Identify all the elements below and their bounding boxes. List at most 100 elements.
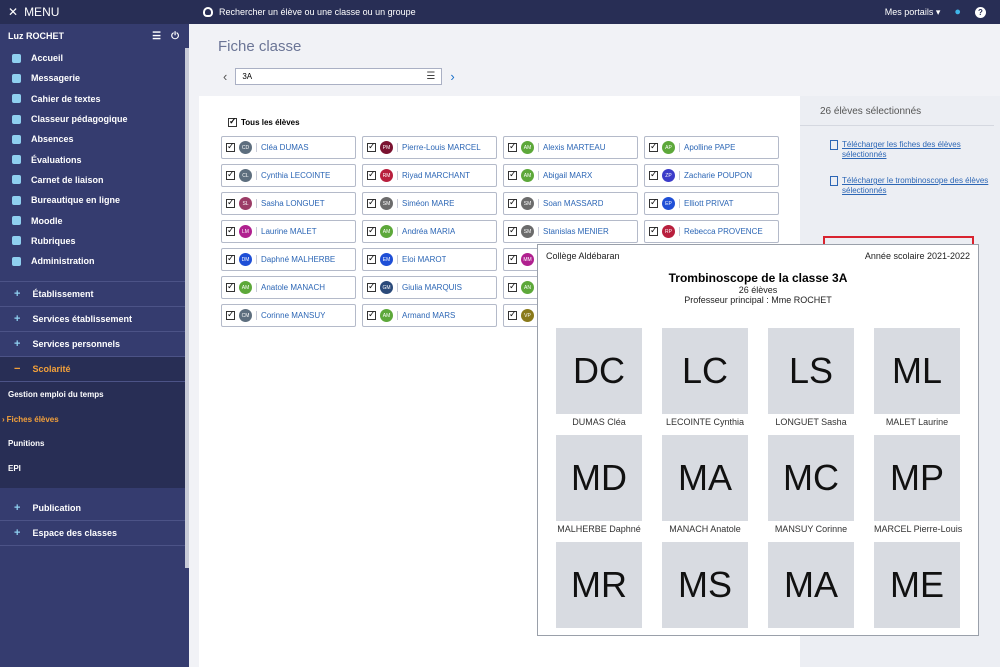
chevron-right-icon[interactable]: › bbox=[450, 69, 454, 84]
download-trombinoscope-link[interactable]: Télécharger le trombinoscope des élèves … bbox=[800, 176, 1000, 196]
student-card[interactable]: AM Abigail MARX bbox=[503, 164, 638, 187]
student-card[interactable]: CL Cynthia LECOINTE bbox=[221, 164, 356, 187]
student-name-link[interactable]: Elliott PRIVAT bbox=[679, 199, 734, 208]
student-card[interactable]: SM Soan MASSARD bbox=[503, 192, 638, 215]
checkbox[interactable] bbox=[226, 141, 235, 152]
checkbox[interactable] bbox=[226, 169, 235, 180]
student-card[interactable]: EP Elliott PRIVAT bbox=[644, 192, 779, 215]
student-name-link[interactable]: Soan MASSARD bbox=[538, 199, 603, 208]
student-name-link[interactable]: Alexis MARTEAU bbox=[538, 143, 606, 152]
student-card[interactable]: EM Eloi MAROT bbox=[362, 248, 497, 271]
checkbox[interactable] bbox=[367, 197, 376, 208]
settings-sliders-icon[interactable]: ☰ bbox=[152, 31, 161, 42]
checkbox[interactable] bbox=[367, 169, 376, 180]
student-card[interactable]: PM Pierre-Louis MARCEL bbox=[362, 136, 497, 159]
portals-dropdown[interactable]: Mes portails ▾ bbox=[885, 7, 941, 18]
sidebar-item[interactable]: Évaluations bbox=[0, 149, 189, 169]
checkbox[interactable] bbox=[226, 253, 235, 264]
student-name-link[interactable]: Abigail MARX bbox=[538, 171, 592, 180]
student-name-link[interactable]: Eloi MAROT bbox=[397, 255, 446, 264]
sidebar-section[interactable]: + Établissement bbox=[0, 282, 189, 308]
student-card[interactable]: AP Apolline PAPE bbox=[644, 136, 779, 159]
checkbox[interactable] bbox=[508, 225, 517, 236]
student-card[interactable]: ZP Zacharie POUPON bbox=[644, 164, 779, 187]
checkbox[interactable] bbox=[649, 169, 658, 180]
sidebar-subitem[interactable]: › Fiches élèves bbox=[0, 407, 189, 432]
student-name-link[interactable]: Pierre-Louis MARCEL bbox=[397, 143, 481, 152]
lightbulb-icon[interactable]: ● bbox=[954, 6, 961, 18]
student-name-link[interactable]: Giulia MARQUIS bbox=[397, 283, 462, 292]
checkbox[interactable] bbox=[226, 281, 235, 292]
student-name-link[interactable]: Cléa DUMAS bbox=[256, 143, 309, 152]
student-card[interactable]: SM Siméon MARE bbox=[362, 192, 497, 215]
sidebar-item[interactable]: Accueil bbox=[0, 48, 189, 68]
download-fiches-link[interactable]: Télécharger les fiches des élèves sélect… bbox=[800, 140, 1000, 160]
student-name-link[interactable]: Siméon MARE bbox=[397, 199, 454, 208]
checkbox[interactable] bbox=[367, 281, 376, 292]
global-search[interactable]: Rechercher un élève ou une classe ou un … bbox=[203, 7, 416, 17]
class-selector[interactable]: 3A ☰ bbox=[235, 68, 443, 85]
student-name-link[interactable]: Daphné MALHERBE bbox=[256, 255, 335, 264]
checkbox[interactable] bbox=[367, 141, 376, 152]
student-name-link[interactable]: Andréa MARIA bbox=[397, 227, 455, 236]
sidebar-section[interactable]: + Services établissement bbox=[0, 307, 189, 333]
sidebar-item[interactable]: Classeur pédagogique bbox=[0, 109, 189, 129]
student-card[interactable]: AM Andréa MARIA bbox=[362, 220, 497, 243]
student-name-link[interactable]: Stanislas MENIER bbox=[538, 227, 609, 236]
student-name-link[interactable]: Zacharie POUPON bbox=[679, 171, 752, 180]
checkbox[interactable] bbox=[649, 197, 658, 208]
student-card[interactable]: SL Sasha LONGUET bbox=[221, 192, 356, 215]
help-icon[interactable]: ? bbox=[975, 6, 986, 18]
student-card[interactable]: RM Riyad MARCHANT bbox=[362, 164, 497, 187]
menu-toggle[interactable]: ✕ MENU bbox=[0, 0, 189, 24]
student-card[interactable]: CD Cléa DUMAS bbox=[221, 136, 356, 159]
student-name-link[interactable]: Laurine MALET bbox=[256, 227, 317, 236]
checkbox[interactable] bbox=[649, 141, 658, 152]
checkbox[interactable] bbox=[226, 197, 235, 208]
student-card[interactable]: AM Armand MARS bbox=[362, 304, 497, 327]
checkbox[interactable] bbox=[367, 309, 376, 320]
checkbox[interactable] bbox=[508, 309, 517, 320]
checkbox[interactable] bbox=[367, 225, 376, 236]
checkbox[interactable] bbox=[649, 225, 658, 236]
student-name-link[interactable]: Armand MARS bbox=[397, 311, 455, 320]
student-name-link[interactable]: Rebecca PROVENCE bbox=[679, 227, 763, 236]
chevron-left-icon[interactable]: ‹ bbox=[223, 69, 227, 84]
student-card[interactable]: AM Alexis MARTEAU bbox=[503, 136, 638, 159]
checkbox[interactable] bbox=[226, 309, 235, 320]
sidebar-section[interactable]: + Services personnels bbox=[0, 332, 189, 358]
student-name-link[interactable]: Riyad MARCHANT bbox=[397, 171, 470, 180]
checkbox[interactable] bbox=[228, 116, 237, 127]
checkbox[interactable] bbox=[508, 169, 517, 180]
power-icon[interactable]: ⏻ bbox=[171, 31, 179, 42]
sidebar-item[interactable]: Rubriques bbox=[0, 231, 189, 251]
checkbox[interactable] bbox=[508, 281, 517, 292]
student-card[interactable]: RP Rebecca PROVENCE bbox=[644, 220, 779, 243]
sidebar-section[interactable]: + Publication bbox=[0, 496, 189, 522]
sidebar-item[interactable]: Bureautique en ligne bbox=[0, 190, 189, 210]
student-card[interactable]: SM Stanislas MENIER bbox=[503, 220, 638, 243]
sidebar-subitem[interactable]: Gestion emploi du temps bbox=[0, 382, 189, 407]
student-card[interactable]: CM Corinne MANSUY bbox=[221, 304, 356, 327]
sidebar-item[interactable]: Messagerie bbox=[0, 68, 189, 88]
sidebar-item[interactable]: Administration bbox=[0, 251, 189, 271]
student-name-link[interactable]: Corinne MANSUY bbox=[256, 311, 325, 320]
student-card[interactable]: DM Daphné MALHERBE bbox=[221, 248, 356, 271]
checkbox[interactable] bbox=[508, 253, 517, 264]
checkbox[interactable] bbox=[226, 225, 235, 236]
section-scolarite[interactable]: − Scolarité bbox=[0, 357, 189, 383]
checkbox[interactable] bbox=[367, 253, 376, 264]
sidebar-scrollbar[interactable] bbox=[185, 48, 189, 568]
student-card[interactable]: GM Giulia MARQUIS bbox=[362, 276, 497, 299]
student-name-link[interactable]: Apolline PAPE bbox=[679, 143, 735, 152]
student-name-link[interactable]: Anatole MANACH bbox=[256, 283, 325, 292]
menu-icon[interactable]: ☰ bbox=[426, 71, 435, 82]
sidebar-subitem[interactable]: EPI bbox=[0, 456, 189, 481]
student-card[interactable]: LM Laurine MALET bbox=[221, 220, 356, 243]
sidebar-subitem[interactable]: Punitions bbox=[0, 431, 189, 456]
sidebar-item[interactable]: Moodle bbox=[0, 210, 189, 230]
student-card[interactable]: AM Anatole MANACH bbox=[221, 276, 356, 299]
student-name-link[interactable]: Sasha LONGUET bbox=[256, 199, 325, 208]
sidebar-section[interactable]: + Espace des classes bbox=[0, 521, 189, 547]
all-students-toggle[interactable]: Tous les élèves bbox=[228, 116, 300, 127]
